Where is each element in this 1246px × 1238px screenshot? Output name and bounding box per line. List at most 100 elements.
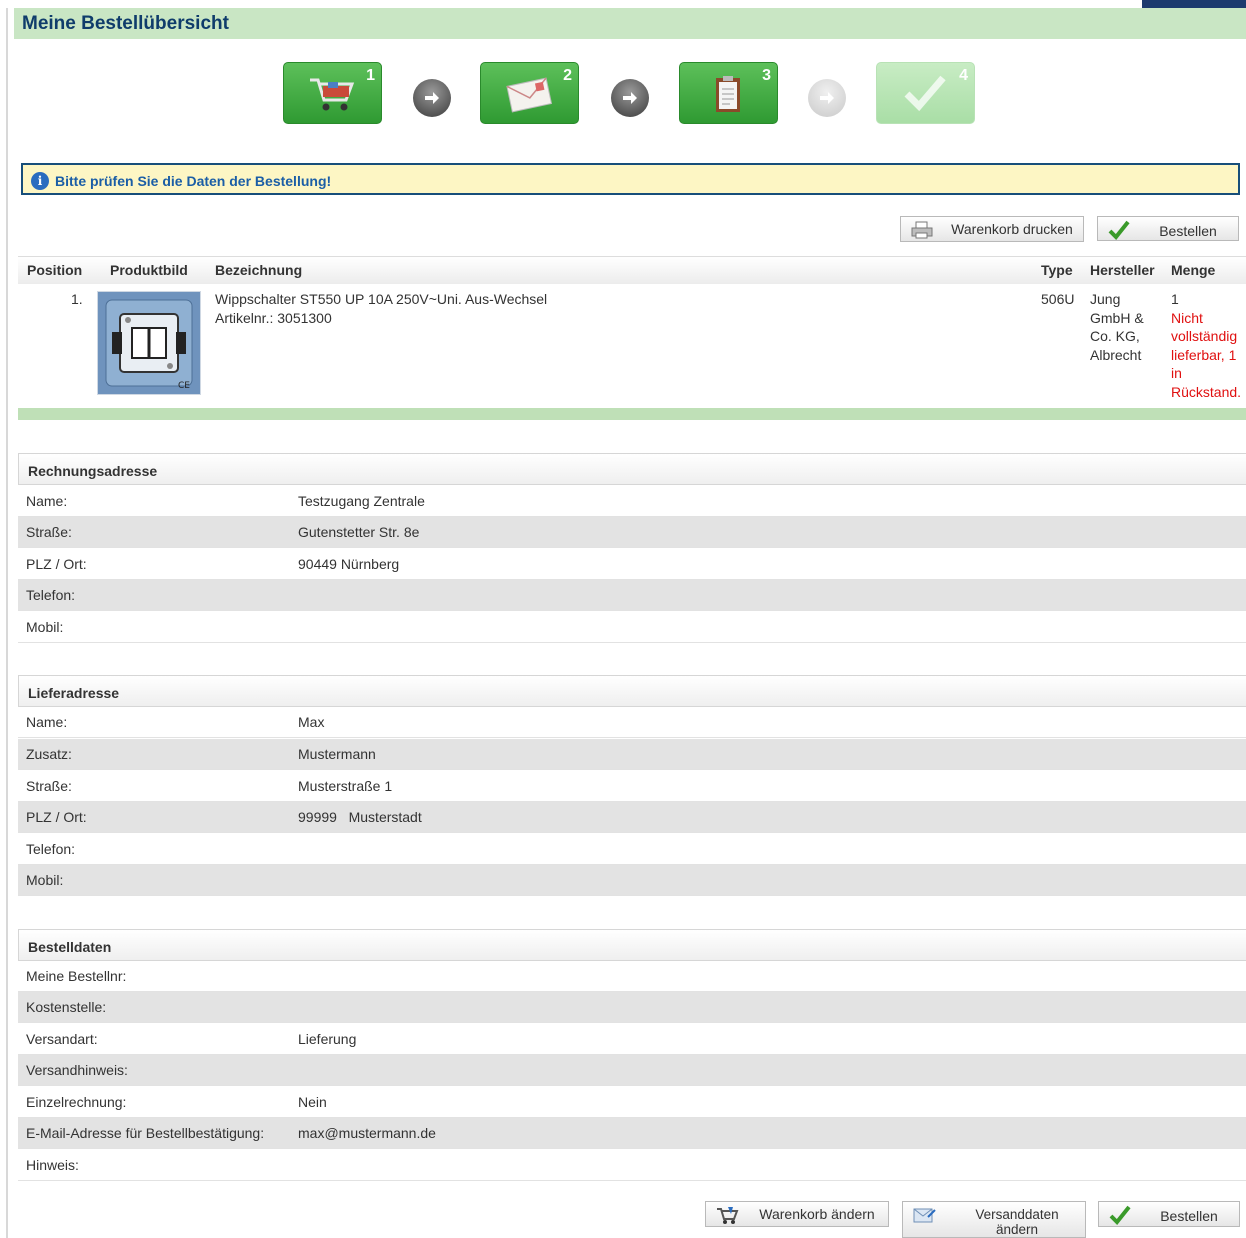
step-2-shipping[interactable]: 2 <box>480 62 579 124</box>
delivery-row: Telefon: <box>18 834 1246 865</box>
step-number: 2 <box>563 67 572 84</box>
field-label: Hinweis: <box>26 1157 79 1173</box>
step-3-review[interactable]: 3 <box>679 62 778 124</box>
availability-line: Nicht <box>1171 309 1203 326</box>
order-progress-steps: 1 2 3 4 <box>283 62 983 128</box>
arrow-icon <box>808 79 846 117</box>
printer-icon <box>911 221 933 239</box>
field-label: Straße: <box>26 524 72 540</box>
order-button-bottom[interactable]: Bestellen <box>1098 1201 1240 1227</box>
change-shipping-button[interactable]: Versanddaten ändern <box>902 1201 1086 1238</box>
info-message-box: i Bitte prüfen Sie die Daten der Bestell… <box>21 163 1240 195</box>
step-number: 1 <box>366 67 375 84</box>
order-data-row: Einzelrechnung: Nein <box>18 1087 1246 1118</box>
product-image[interactable]: CE <box>97 291 201 395</box>
cart-edit-icon <box>717 1207 739 1224</box>
field-label: PLZ / Ort: <box>26 556 87 572</box>
change-cart-label: Warenkorb ändern <box>759 1206 875 1222</box>
field-value: Mustermann <box>298 746 376 762</box>
availability-line: Rückstand. <box>1171 383 1242 400</box>
change-cart-button[interactable]: Warenkorb ändern <box>705 1201 889 1227</box>
change-shipping-label: Versanddaten ändern <box>975 1207 1059 1237</box>
col-image: Produktbild <box>110 262 188 278</box>
switch-image-icon: CE <box>98 292 200 394</box>
quantity-cell: 1 Nicht vollständig lieferbar, 1 in Rück… <box>1171 290 1246 401</box>
row-position: 1. <box>71 291 83 307</box>
field-value: 99999 Musterstadt <box>298 809 422 825</box>
field-label: Name: <box>26 714 68 730</box>
checkmark-icon <box>904 75 946 112</box>
availability-line: in <box>1171 365 1182 381</box>
field-label: Mobil: <box>26 872 64 888</box>
svg-text:CE: CE <box>178 381 190 391</box>
delivery-row: Mobil: <box>18 865 1246 896</box>
field-label: Kostenstelle: <box>26 999 107 1015</box>
field-label: Einzelrechnung: <box>26 1094 127 1110</box>
field-label: Telefon: <box>26 841 76 857</box>
print-cart-label: Warenkorb drucken <box>951 221 1073 237</box>
product-type: 506U <box>1041 291 1075 307</box>
article-number: Artikelnr.: 3051300 <box>215 309 332 326</box>
order-label: Bestellen <box>1160 1208 1218 1224</box>
step-4-confirm[interactable]: 4 <box>876 62 975 124</box>
availability-line: lieferbar, 1 <box>1171 346 1237 363</box>
product-name[interactable]: Wippschalter ST550 UP 10A 250V~Uni. Aus-… <box>215 290 547 309</box>
table-row: 1. CE Wippschalter ST550 UP 10A 250V~Uni… <box>18 285 1246 407</box>
info-message: Bitte prüfen Sie die Daten der Bestellun… <box>55 173 332 189</box>
check-icon <box>1109 1205 1131 1225</box>
manufacturer-line: Albrecht <box>1090 346 1142 363</box>
billing-row: PLZ / Ort: 90449 Nürnberg <box>18 549 1246 580</box>
order-data-row: E-Mail-Adresse für Bestellbestätigung: ma… <box>18 1118 1246 1149</box>
order-label: Bestellen <box>1159 223 1217 239</box>
manufacturer-line: GmbH & <box>1090 309 1144 326</box>
field-label: Zusatz: <box>26 746 72 762</box>
step-1-cart[interactable]: 1 <box>283 62 382 124</box>
field-label: Name: <box>26 493 68 509</box>
section-title: Lieferadresse <box>28 685 120 701</box>
shipping-edit-icon <box>913 1208 936 1223</box>
manufacturer: Jung GmbH & Co. KG, Albrecht <box>1090 290 1144 364</box>
shopping-cart-icon <box>310 78 355 111</box>
field-value: Max <box>298 714 325 730</box>
manufacturer-line: Co. KG, <box>1090 328 1140 344</box>
section-title: Bestelldaten <box>28 939 112 955</box>
field-label: Versandart: <box>26 1031 98 1047</box>
step-number: 4 <box>959 67 968 84</box>
availability-line: vollständig <box>1171 328 1238 344</box>
col-type: Type <box>1041 262 1073 278</box>
arrow-icon <box>413 79 451 117</box>
cart-table-header: Position Produktbild Bezeichnung Type He… <box>18 256 1246 284</box>
billing-row: Telefon: <box>18 580 1246 611</box>
order-data-row: Hinweis: <box>18 1150 1246 1181</box>
field-value: Testzugang Zentrale <box>298 493 425 509</box>
field-label: E-Mail-Adresse für Bestellbestätigung: <box>26 1125 265 1141</box>
col-position: Position <box>27 262 83 278</box>
corner-accent-bar <box>1142 0 1246 8</box>
col-manufacturer: Hersteller <box>1090 262 1155 278</box>
order-button-top[interactable]: Bestellen <box>1097 216 1239 241</box>
field-value: Gutenstetter Str. 8e <box>298 524 420 540</box>
billing-row: Name: Testzugang Zentrale <box>18 486 1246 517</box>
clipboard-icon <box>716 76 740 112</box>
field-label: Telefon: <box>26 587 76 603</box>
delivery-section-header: Lieferadresse <box>18 675 1246 707</box>
manufacturer-line: Jung <box>1090 291 1121 307</box>
delivery-row: Straße: Musterstraße 1 <box>18 771 1246 802</box>
table-footer-divider <box>18 408 1246 420</box>
delivery-row: Zusatz: Mustermann <box>18 739 1246 770</box>
field-value: Nein <box>298 1094 327 1110</box>
order-data-row: Versandhinweis: <box>18 1055 1246 1086</box>
field-value: Lieferung <box>298 1031 357 1047</box>
order-data-row: Versandart: Lieferung <box>18 1024 1246 1055</box>
delivery-row: Name: Max <box>18 707 1246 738</box>
order-data-row: Meine Bestellnr: <box>18 961 1246 992</box>
section-title: Rechnungsadresse <box>28 463 158 479</box>
billing-row: Straße: Gutenstetter Str. 8e <box>18 517 1246 548</box>
field-value: Musterstraße 1 <box>298 778 393 794</box>
billing-row: Mobil: <box>18 612 1246 643</box>
title-bar: Meine Bestellübersicht <box>14 8 1246 39</box>
envelope-icon <box>506 77 553 113</box>
print-cart-button[interactable]: Warenkorb drucken <box>900 216 1084 242</box>
field-label: PLZ / Ort: <box>26 809 87 825</box>
field-value: 90449 Nürnberg <box>298 556 400 572</box>
